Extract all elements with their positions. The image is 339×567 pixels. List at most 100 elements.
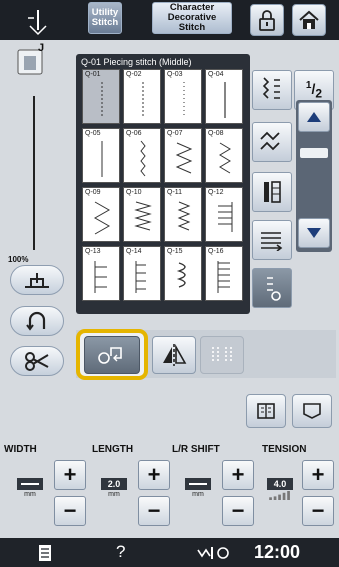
tension-value: 4.0 — [266, 478, 294, 500]
length-increase-button[interactable]: + — [138, 460, 170, 490]
width-value-chip — [17, 478, 43, 490]
stitch-code: Q-08 — [208, 130, 224, 137]
thread-cutter-button[interactable] — [10, 346, 64, 376]
length-decrease-button[interactable]: − — [138, 496, 170, 526]
length-value: 2.0 mm — [100, 478, 128, 500]
needle-mode-button[interactable] — [252, 268, 292, 308]
twin-needle-button[interactable] — [84, 336, 140, 374]
home-icon — [299, 10, 319, 29]
presser-foot-icon — [24, 8, 52, 36]
status-bar: ? 12:00 — [0, 538, 339, 567]
arrow-down-icon — [307, 228, 321, 238]
width-value: mm — [16, 478, 44, 500]
help-button[interactable]: ? — [116, 542, 125, 562]
disabled-dash-icon — [189, 483, 207, 485]
pattern-edit-button[interactable] — [246, 394, 286, 428]
save-pattern-button[interactable] — [292, 394, 332, 428]
lr-shift-unit: mm — [192, 491, 204, 498]
stitch-density-button[interactable] — [252, 220, 292, 260]
stitch-cell-q-02[interactable]: Q-02 — [123, 69, 161, 124]
tension-decrease-button[interactable]: − — [302, 496, 334, 526]
presser-foot-letter: J — [38, 42, 45, 54]
stitch-code: Q-01 — [85, 71, 101, 78]
auto-reinforcement-button[interactable] — [200, 336, 244, 374]
stitch-pattern-icon — [176, 262, 186, 288]
disabled-dash-icon — [21, 483, 39, 485]
scroll-thumb[interactable] — [300, 148, 328, 158]
stitch-pattern-icon — [175, 142, 193, 174]
document-icon[interactable] — [38, 544, 52, 566]
stitch-cell-q-12[interactable]: Q-12 — [205, 187, 243, 242]
lr-shift-label: L/R SHIFT — [172, 444, 220, 455]
lr-shift-value: mm — [184, 478, 212, 500]
lr-shift-decrease-button[interactable]: − — [222, 496, 254, 526]
stitch-cell-q-16[interactable]: Q-16 — [205, 246, 243, 301]
length-label: LENGTH — [92, 444, 134, 455]
stitch-cell-q-09[interactable]: Q-09 — [82, 187, 120, 242]
stitch-code: Q-16 — [208, 248, 224, 255]
home-button[interactable] — [292, 4, 326, 36]
scroll-up-button[interactable] — [298, 102, 330, 132]
stitch-pattern-button[interactable] — [252, 122, 292, 162]
scroll-down-button[interactable] — [298, 218, 330, 248]
stitch-cell-q-01[interactable]: Q-01 — [82, 69, 120, 124]
panel-title: Q-01 Piecing stitch (Middle) — [81, 57, 192, 67]
stitch-cell-q-06[interactable]: Q-06 — [123, 128, 161, 183]
tension-increase-button[interactable]: + — [302, 460, 334, 490]
width-label: WIDTH — [4, 444, 37, 455]
mirror-image-button[interactable] — [152, 336, 196, 374]
stitch-cell-q-10[interactable]: Q-10 — [123, 187, 161, 242]
lock-button[interactable] — [250, 4, 284, 36]
stitch-cell-q-08[interactable]: Q-08 — [205, 128, 243, 183]
stitch-info-button[interactable] — [252, 70, 292, 110]
stitch-cell-q-04[interactable]: Q-04 — [205, 69, 243, 124]
clock: 12:00 — [254, 542, 301, 562]
speed-label: 100% — [8, 255, 29, 264]
stitch-panel: Q-01 Piecing stitch (Middle) Q-01 Q-02 Q-0… — [76, 54, 250, 314]
page-fraction: 1/2 — [305, 79, 323, 101]
stitch-pattern-icon — [217, 261, 230, 293]
needle-mode-icon — [267, 277, 281, 301]
twin-needle-icon — [98, 347, 122, 364]
stitch-pattern-icon — [94, 261, 107, 293]
length-value-chip: 2.0 — [101, 478, 127, 490]
stitch-pattern-icon — [142, 82, 144, 118]
stitch-code: Q-13 — [85, 248, 101, 255]
stitch-code: Q-15 — [167, 248, 183, 255]
tab-character-decorative-stitch[interactable]: Character Decorative Stitch — [152, 2, 232, 34]
tab-utility-stitch[interactable]: Utility Stitch — [88, 2, 122, 34]
stitch-pattern-icon — [177, 201, 191, 231]
stitch-cell-q-05[interactable]: Q-05 — [82, 128, 120, 183]
lr-shift-value-chip — [185, 478, 211, 490]
stitch-cell-q-15[interactable]: Q-15 — [164, 246, 202, 301]
reverse-stitch-button[interactable] — [10, 306, 64, 336]
presser-foot-indicator: J — [14, 42, 46, 76]
tension-value-chip: 4.0 — [267, 478, 293, 490]
stitch-code: Q-12 — [208, 189, 224, 196]
scroll-track[interactable] — [296, 100, 332, 252]
length-unit: mm — [108, 491, 120, 498]
stitch-code: Q-04 — [208, 71, 224, 78]
memory-button[interactable] — [252, 172, 292, 212]
lr-shift-increase-button[interactable]: + — [222, 460, 254, 490]
stitch-cell-q-13[interactable]: Q-13 — [82, 246, 120, 301]
top-bar: Utility Stitch Character Decorative Stit… — [0, 0, 339, 40]
stitch-cell-q-11[interactable]: Q-11 — [164, 187, 202, 242]
needle-position-icon — [25, 273, 49, 288]
book-icon — [257, 403, 275, 419]
stitch-code: Q-06 — [126, 130, 142, 137]
stitch-cell-q-14[interactable]: Q-14 — [123, 246, 161, 301]
needle-position-button[interactable] — [10, 265, 64, 295]
width-increase-button[interactable]: + — [54, 460, 86, 490]
stitch-cell-q-03[interactable]: Q-03 — [164, 69, 202, 124]
width-decrease-button[interactable]: − — [54, 496, 86, 526]
stitch-pattern-icon — [101, 82, 103, 118]
stitch-code: Q-14 — [126, 248, 142, 255]
stitch-cell-q-07[interactable]: Q-07 — [164, 128, 202, 183]
stitch-pattern-icon — [93, 201, 111, 235]
wireless-icon — [196, 544, 230, 566]
stitch-pattern-icon — [140, 140, 146, 177]
mirror-icon — [163, 344, 187, 366]
zigzag-pattern-icon — [260, 131, 280, 151]
stitch-code: Q-07 — [167, 130, 183, 137]
